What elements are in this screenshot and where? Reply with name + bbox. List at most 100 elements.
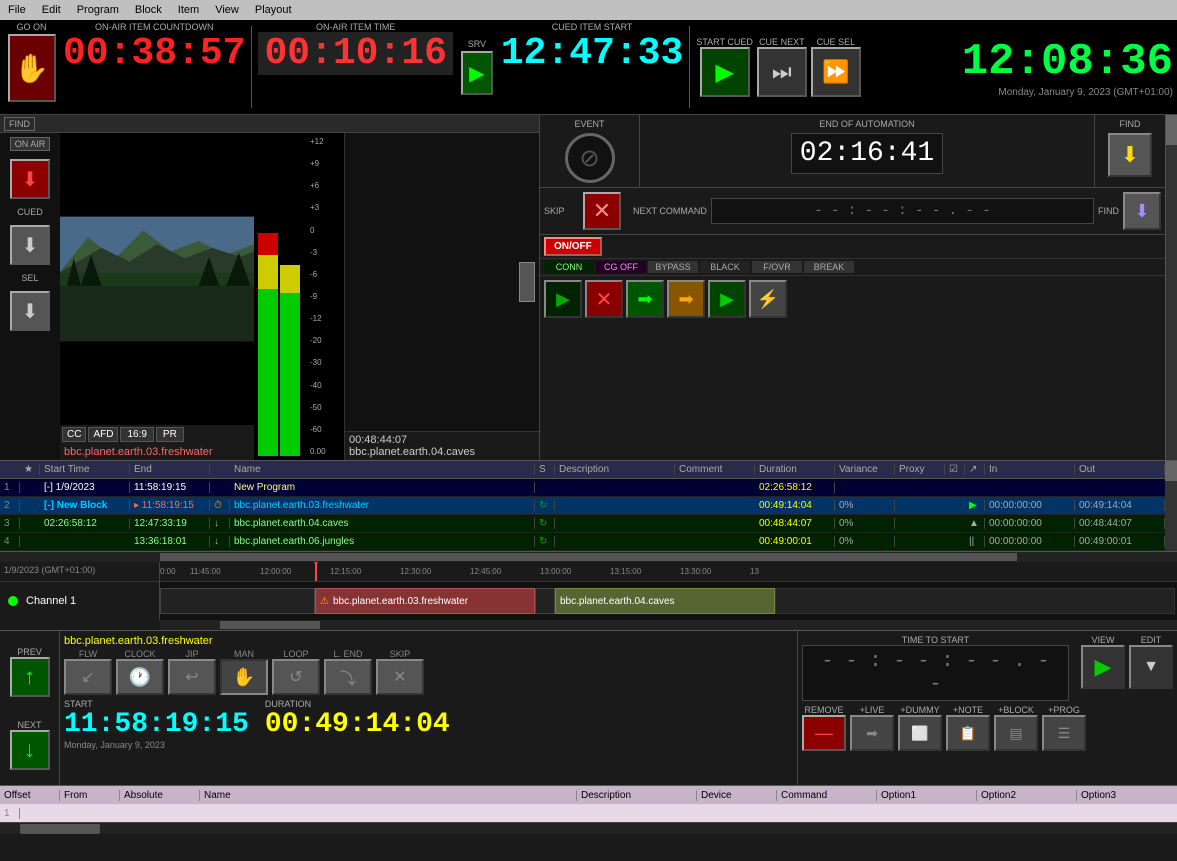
jip-label: JIP xyxy=(185,649,198,659)
block-button[interactable]: ▤ xyxy=(994,715,1038,751)
vu-left-yellow xyxy=(258,255,278,288)
start-date-display: Monday, January 9, 2023 xyxy=(64,740,249,750)
timeline-item-caves[interactable]: bbc.planet.earth.04.caves xyxy=(555,588,775,614)
event-section: EVENT ⊘ xyxy=(540,115,640,187)
onoff-button[interactable]: ON/OFF xyxy=(544,237,602,256)
bottom-table-row-1[interactable]: 1 xyxy=(0,804,1177,822)
menu-block[interactable]: Block xyxy=(127,2,170,18)
prog-section: +PROG ☰ xyxy=(1042,705,1086,751)
find-button[interactable]: ⬇ xyxy=(1108,133,1152,177)
ctrl-bolt-btn[interactable]: ⚡ xyxy=(749,280,787,318)
flw-button[interactable]: ↙ xyxy=(64,659,112,695)
end-automation-label: END OF AUTOMATION xyxy=(819,119,914,129)
bottom-scroll-thumb[interactable] xyxy=(20,824,100,834)
remove-button[interactable]: — xyxy=(802,715,846,751)
col-s-header: S xyxy=(535,464,555,475)
note-icon: 📋 xyxy=(959,725,976,742)
cue-next-button[interactable]: ⏭ xyxy=(757,47,807,97)
vu-scale-3: +3 xyxy=(310,203,326,212)
man-button[interactable]: ✋ xyxy=(220,659,268,695)
start-cued-button[interactable]: ▶ xyxy=(700,47,750,97)
label-ratio: 16:9 xyxy=(120,427,153,442)
control-icons-row: ▶ ✕ ➡ ➡ ▶ ⚡ xyxy=(540,276,1165,322)
ctrl-arrow2-btn[interactable]: ➡ xyxy=(667,280,705,318)
timeline-date: 1/9/2023 (GMT+01:00) xyxy=(0,562,160,581)
clock-button[interactable]: 🕐 xyxy=(116,659,164,695)
next-button[interactable]: ↓ xyxy=(10,730,50,770)
tick-1215: 12:15:00 xyxy=(330,567,361,576)
waveform-svg xyxy=(345,133,539,431)
fovr-label: F/OVR xyxy=(752,261,802,273)
menu-file[interactable]: File xyxy=(0,2,34,18)
next-section: NEXT ↓ xyxy=(10,720,50,770)
menu-edit[interactable]: Edit xyxy=(34,2,69,18)
skip-button[interactable]: ✕ xyxy=(583,192,621,230)
playlist-header: ★ Start Time End Name S Description Comm… xyxy=(0,461,1165,479)
row2-name: bbc.planet.earth.03.freshwater xyxy=(230,500,535,511)
playlist-row-3[interactable]: 3 02:26:58:12 12:47:33:19 ↓ bbc.planet.e… xyxy=(0,515,1165,533)
playlist-row-1[interactable]: 1 [-] 1/9/2023 11:58:19:15 New Program 0… xyxy=(0,479,1165,497)
video-preview xyxy=(60,133,254,425)
tick-1330: 13:30:00 xyxy=(680,567,711,576)
dummy-button[interactable]: ⬜ xyxy=(898,715,942,751)
item-controls-center: bbc.planet.earth.03.freshwater FLW ↙ CLO… xyxy=(60,631,797,785)
go-on-button[interactable]: ✋ xyxy=(8,34,56,102)
timeline-item-freshwater[interactable]: ⚠ bbc.planet.earth.03.freshwater xyxy=(315,588,535,614)
cue-sel-button[interactable]: ⏩ xyxy=(811,47,861,97)
edit-button[interactable]: ▼ xyxy=(1129,645,1173,689)
preview-timecode-row: 00:48:44:07 bbc.planet.earth.04.caves xyxy=(345,431,539,460)
lend-button[interactable]: ⤵ xyxy=(324,659,372,695)
timeline-top-scroll[interactable] xyxy=(0,552,1177,562)
ctrl-arrow1-btn[interactable]: ➡ xyxy=(626,280,664,318)
loop-button[interactable]: ↺ xyxy=(272,659,320,695)
channel-label: Channel 1 xyxy=(0,582,160,620)
row1-num: 1 xyxy=(0,482,20,493)
playlist-scroll-thumb[interactable] xyxy=(1165,461,1177,481)
tick-1200: 12:00:00 xyxy=(260,567,291,576)
ctrl-conn-btn[interactable]: ▶ xyxy=(544,280,582,318)
note-button[interactable]: 📋 xyxy=(946,715,990,751)
timeline-bottom-scroll[interactable] xyxy=(0,620,1177,630)
menu-playout[interactable]: Playout xyxy=(247,2,300,18)
countdown-display: 00:38:57 xyxy=(63,32,245,75)
prev-button[interactable]: ↑ xyxy=(10,657,50,697)
find-label: FIND xyxy=(4,117,35,131)
playlist-scrollbar[interactable] xyxy=(1165,461,1177,551)
playlist-row-4[interactable]: 4 13:36:18:01 ↓ bbc.planet.earth.06.jung… xyxy=(0,533,1165,551)
on-air-button[interactable]: ⬇ xyxy=(10,159,50,199)
cued-side-label: CUED xyxy=(17,207,43,217)
live-button[interactable]: ➡ xyxy=(850,715,894,751)
sel-label: SEL xyxy=(21,273,38,283)
timeline-top-thumb[interactable] xyxy=(160,553,1017,561)
waveform-slider[interactable] xyxy=(519,262,535,302)
timeline-scroll-thumb[interactable] xyxy=(220,621,320,629)
main-scrollbar[interactable] xyxy=(1165,115,1177,460)
menu-view[interactable]: View xyxy=(207,2,247,18)
timeline-scroll-track[interactable] xyxy=(160,620,1177,630)
find-skip-button[interactable]: ⬇ xyxy=(1123,192,1161,230)
menu-program[interactable]: Program xyxy=(69,2,127,18)
prog-button[interactable]: ☰ xyxy=(1042,715,1086,751)
onair-time-display: 00:10:16 xyxy=(258,32,452,75)
remove-label: REMOVE xyxy=(804,705,843,715)
view-button[interactable]: ▶ xyxy=(1081,645,1125,689)
flw-label: FLW xyxy=(79,649,97,659)
skip-mode-button[interactable]: ✕ xyxy=(376,659,424,695)
menu-item[interactable]: Item xyxy=(170,2,207,18)
row1-name: New Program xyxy=(230,482,535,493)
ctrl-x-btn[interactable]: ✕ xyxy=(585,280,623,318)
srv-button[interactable]: ▶ xyxy=(461,51,493,95)
row2-start: ▸ 11:58:19:15 xyxy=(130,500,210,511)
channel-indicator xyxy=(8,596,18,606)
row4-name: bbc.planet.earth.06.jungles xyxy=(230,536,535,547)
sel-button[interactable]: ⬇ xyxy=(10,291,50,331)
timeline-item-before xyxy=(160,588,315,614)
row2-var: 0% xyxy=(835,500,895,511)
main-scrollbar-thumb[interactable] xyxy=(1166,115,1177,145)
cued-button[interactable]: ⬇ xyxy=(10,225,50,265)
jip-button[interactable]: ↩ xyxy=(168,659,216,695)
skip-label: SKIP xyxy=(544,206,579,216)
playlist-row-2[interactable]: 2 [-] New Block ▸ 11:58:19:15 ⏱ bbc.plan… xyxy=(0,497,1165,515)
bottom-scrollbar[interactable] xyxy=(0,822,1177,834)
ctrl-play-btn[interactable]: ▶ xyxy=(708,280,746,318)
